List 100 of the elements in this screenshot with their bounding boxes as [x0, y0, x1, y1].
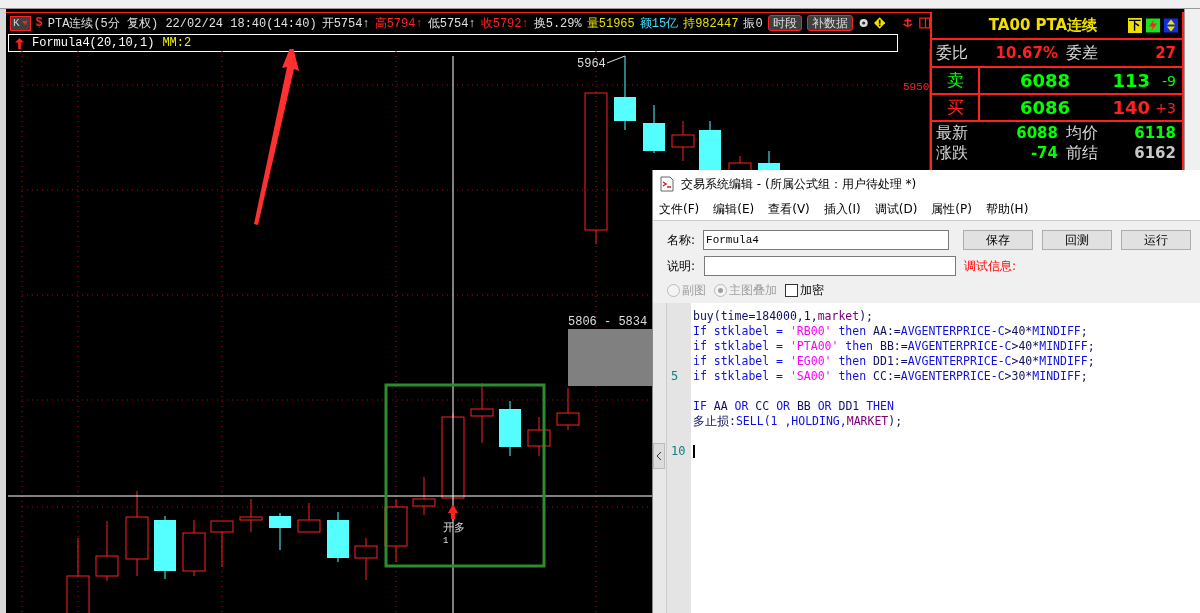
quote-value: 6162 — [1133, 143, 1176, 163]
code-line: buy(time=184000,1,market); — [693, 309, 874, 324]
code-line: IF AA OR CC OR BB OR DD1 THEN — [693, 399, 894, 414]
debug-info-label: 调试信息: — [964, 257, 1017, 275]
quote-label: 委比 — [936, 42, 969, 64]
order-change: -9 — [1161, 72, 1176, 89]
formula-name: Formula4(20,10,1) — [32, 36, 155, 50]
gear-icon[interactable] — [857, 16, 869, 30]
option-label: 主图叠加 — [729, 281, 777, 299]
candlestick — [556, 387, 580, 431]
panel-toggle-icon[interactable] — [918, 16, 930, 30]
down-badge[interactable]: 下 — [1128, 17, 1142, 33]
quote-label: 涨跌 — [936, 143, 969, 163]
quote-value: 换5.29% — [533, 15, 582, 32]
document-icon — [659, 176, 675, 192]
candlestick — [412, 476, 436, 516]
candlestick — [470, 382, 494, 444]
chart-title: PTA连续(5分 复权) 22/02/24 18:40(14:40) — [47, 15, 317, 32]
candlestick — [239, 498, 263, 533]
quote-value: 开5754↑ — [321, 15, 370, 32]
name-input-field[interactable]: Formula4 — [703, 230, 949, 250]
collapse-button[interactable] — [653, 443, 665, 469]
order-price: 6086 — [1018, 97, 1070, 118]
quote-value: 收5792↑ — [480, 15, 529, 32]
field-label: 说明: — [667, 257, 697, 275]
quote-value: 10.67% — [994, 44, 1059, 62]
option-label: 副图 — [682, 281, 706, 299]
quote-value: 6088 — [1015, 123, 1059, 143]
code-line: If stklabel = 'RB00' then AA:=AVGENTERPRICE-C>40*MINDIFF; — [693, 324, 1088, 339]
quote-label: 均价 — [1066, 123, 1099, 143]
order-side-label: 买 — [932, 95, 980, 120]
anchor-icon[interactable] — [902, 16, 914, 30]
high-price-label: 5964 — [577, 57, 606, 71]
menu-item[interactable]: 文件(F) — [659, 200, 700, 218]
quote-value: 低5754↑ — [427, 15, 476, 32]
code-editor[interactable] — [666, 303, 1200, 613]
menu-item[interactable]: 属性(P) — [931, 200, 972, 218]
candlestick — [327, 511, 349, 563]
menu-item[interactable]: 调试(D) — [874, 200, 918, 218]
code-line: if stklabel = 'SA00' then CC:=AVGENTERPRICE-C>30*MINDIFF; — [693, 369, 1088, 384]
candlestick — [182, 519, 206, 577]
dialog-button[interactable]: 保存 — [962, 230, 1033, 250]
candlestick — [210, 520, 234, 568]
checkbox[interactable] — [785, 283, 798, 297]
candlestick — [499, 400, 521, 457]
candlestick — [384, 498, 408, 563]
code-line: if stklabel = 'EG00' then DD1:=AVGENTERPRICE-C>40*MINDIFF; — [693, 354, 1095, 369]
candlestick — [354, 537, 378, 581]
candlestick — [297, 502, 321, 533]
quote-value: -74 — [1029, 143, 1059, 163]
quote-value: 持982447 — [683, 15, 739, 32]
quote-label: 最新 — [936, 123, 969, 143]
dialog-button[interactable]: 回测 — [1041, 230, 1112, 250]
price-zone-label: 5806 - 5834 — [568, 315, 648, 329]
quote-value: 额15亿 — [639, 15, 679, 32]
menu-item[interactable]: 插入(I) — [823, 200, 861, 218]
menu-item[interactable]: 查看(V) — [768, 200, 810, 218]
field-label: 名称: — [667, 231, 697, 249]
lightning-icon[interactable] — [1146, 17, 1160, 33]
order-volume: 113 — [1111, 70, 1150, 91]
quote-value: 高5794↑ — [374, 15, 423, 32]
line-number: 5 — [671, 369, 679, 383]
quote-value: 振0 — [743, 15, 763, 32]
quote-value: 6118 — [1133, 123, 1176, 143]
quote-label: 委差 — [1066, 42, 1099, 64]
line-number: 10 — [671, 444, 686, 458]
order-side-label: 卖 — [932, 68, 980, 93]
signal-arrow-icon — [448, 504, 458, 519]
symbol-mark: $ — [35, 16, 43, 30]
candlestick — [671, 120, 695, 162]
option-label: 加密 — [800, 281, 824, 299]
code-line: 多止损:SELL(1 ,HOLDING,MARKET); — [693, 414, 903, 429]
signal-label: 开多 — [443, 522, 465, 534]
candlestick — [154, 515, 176, 580]
order-volume: 140 — [1111, 97, 1150, 118]
toolbar-button[interactable]: 补数据 — [806, 15, 853, 31]
diamond-icon[interactable] — [873, 16, 886, 30]
quote-value: 27 — [1154, 44, 1176, 62]
period-button[interactable]: K — [10, 15, 31, 31]
quote-label: 前结 — [1066, 143, 1099, 163]
description-input-field[interactable] — [704, 256, 956, 276]
price-axis-label: 5950 — [903, 81, 930, 93]
toolbar-button[interactable]: 时段 — [767, 15, 802, 31]
dialog-button[interactable]: 运行 — [1120, 230, 1191, 250]
leader-line — [606, 55, 626, 64]
candlestick — [527, 416, 551, 457]
chevron-left-icon — [656, 451, 662, 461]
quote-value: 量51965 — [586, 15, 635, 32]
formula-output: MM:2 — [162, 36, 192, 50]
menu-item[interactable]: 编辑(E) — [713, 200, 755, 218]
code-line: if stklabel = 'PTA00' then BB:=AVGENTERPRICE-C>40*MINDIFF; — [693, 339, 1095, 354]
up-down-arrows-icon[interactable] — [1164, 17, 1178, 33]
menu-item[interactable]: 帮助(H) — [985, 200, 1029, 218]
instrument-title: TA00 PTA连续 — [987, 15, 1099, 35]
order-price: 6088 — [1018, 70, 1070, 91]
candlestick — [269, 512, 291, 551]
window-title: 交易系统编辑 - (所属公式组：用户待处理 *) — [681, 175, 917, 193]
up-arrow-icon — [15, 37, 24, 49]
signal-quantity: 1 — [443, 536, 449, 546]
candlestick — [643, 104, 665, 154]
